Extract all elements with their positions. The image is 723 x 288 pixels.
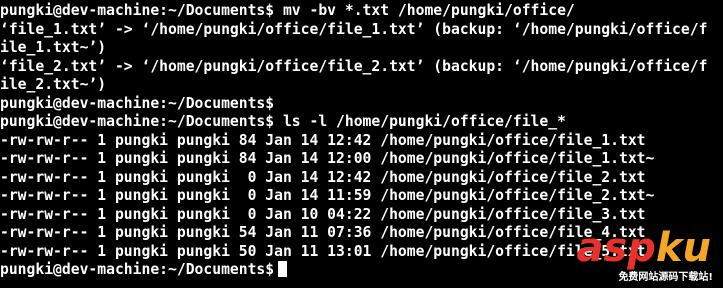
terminal-line-listing: -rw-rw-r-- 1 pungki pungki 0 Jan 14 11:5… [0,187,655,204]
watermark-logo-ku: ku [655,225,711,271]
prompt-text: pungki@dev-machine:~/Documents$ [0,261,275,278]
terminal-line-output: ‘file_1.txt’ -> ‘/home/pungki/office/fil… [0,20,708,38]
terminal-line-output: ile_1.txt~’) [0,39,107,56]
watermark-tagline: 免费网站源码下载站! [618,272,713,283]
terminal-line-listing: -rw-rw-r-- 1 pungki pungki 0 Jan 10 04:2… [0,205,646,223]
text-cursor [278,261,288,277]
terminal-line-output: ile_2.txt~’) [0,76,107,93]
terminal-line-command-ls: pungki@dev-machine:~/Documents$ ls -l /h… [0,113,566,130]
terminal-line-output: ‘file_2.txt’ -> ‘/home/pungki/office/fil… [0,57,708,75]
watermark-logo: aspku [576,226,711,270]
terminal-line-listing: -rw-rw-r-- 1 pungki pungki 84 Jan 14 12:… [0,131,646,149]
terminal-line-listing: -rw-rw-r-- 1 pungki pungki 0 Jan 14 12:4… [0,168,646,186]
terminal-line-prompt: pungki@dev-machine:~/Documents$ [0,94,275,112]
terminal-line-command-mv: pungki@dev-machine:~/Documents$ mv -bv *… [0,2,575,19]
terminal-line-listing: -rw-rw-r-- 1 pungki pungki 84 Jan 14 12:… [0,150,655,167]
site-watermark: aspku 免费网站源码下载站! [529,226,719,284]
watermark-logo-asp: asp [576,225,656,271]
